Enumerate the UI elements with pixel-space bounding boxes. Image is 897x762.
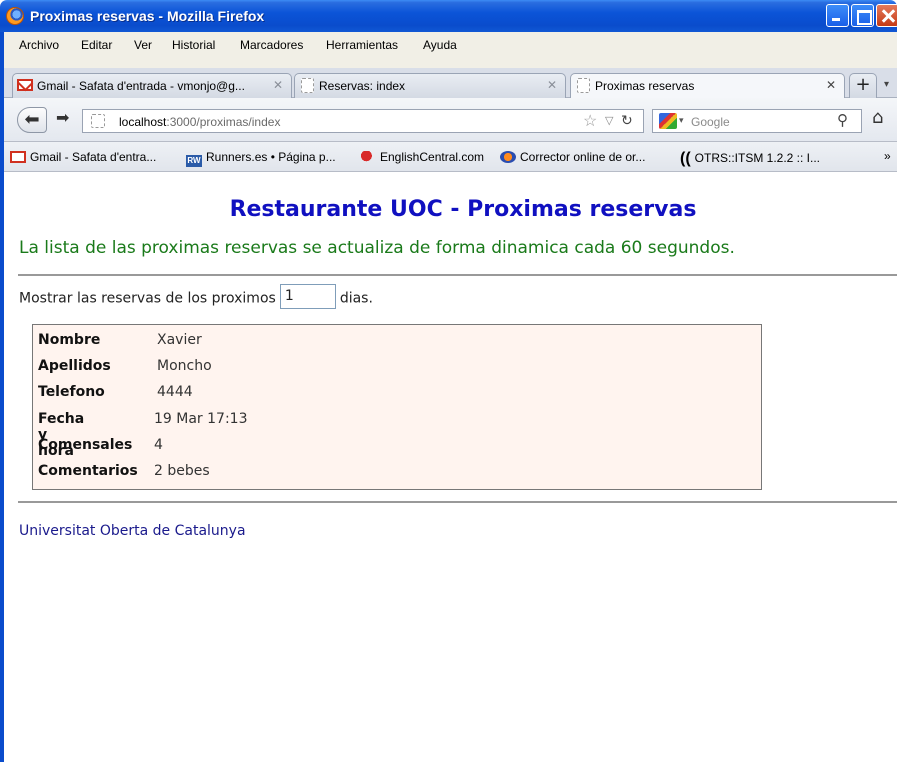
bookmark-runners[interactable]: RW Runners.es • Página p...	[186, 150, 336, 167]
firefox-icon	[6, 7, 24, 25]
gmail-icon	[10, 151, 26, 163]
search-placeholder: Google	[691, 115, 730, 129]
page-icon	[577, 78, 590, 93]
runners-icon: RW	[186, 155, 202, 167]
menu-marcadores[interactable]: Marcadores	[240, 38, 303, 52]
url-host: localhost	[119, 115, 167, 129]
englishcentral-icon	[360, 151, 376, 163]
more-bookmarks-icon[interactable]: »	[884, 149, 891, 163]
reload-icon[interactable]: ↻	[621, 112, 633, 129]
filter-prefix: Mostrar las reservas de los proximos	[19, 290, 276, 307]
field-value: 4444	[157, 384, 193, 400]
reservation-card: Nombre Xavier Apellidos Moncho Telefono …	[32, 324, 762, 490]
gmail-icon	[17, 79, 33, 91]
tab-proximas-reservas[interactable]: Proximas reservas ✕	[570, 73, 845, 100]
search-engine-dropdown-icon[interactable]: ▾	[679, 115, 684, 126]
close-tab-icon[interactable]: ✕	[547, 78, 557, 92]
field-value: Moncho	[157, 358, 212, 374]
bookmark-label: Gmail - Safata d'entra...	[30, 150, 157, 164]
tab-label: Gmail - Safata d'entrada - vmonjo@g...	[37, 79, 245, 93]
field-label: Comentarios	[38, 463, 138, 479]
days-input[interactable]: 1	[279, 284, 336, 309]
uoc-link[interactable]: Universitat Oberta de Catalunya	[19, 523, 246, 539]
page-title: Restaurante UOC - Proximas reservas	[229, 197, 697, 222]
bookmark-otrs[interactable]: ((OTRS::ITSM 1.2.2 :: I...	[680, 150, 820, 168]
tab-label: Proximas reservas	[595, 79, 695, 93]
bookmark-label: OTRS::ITSM 1.2.2 :: I...	[694, 151, 821, 165]
field-value: 19 Mar 17:13	[154, 411, 248, 427]
bookmark-corrector[interactable]: Corrector online de or...	[500, 150, 645, 164]
tab-reservas-index[interactable]: Reservas: index ✕	[294, 73, 566, 99]
forward-button[interactable]: ➡	[56, 108, 69, 127]
page-subtitle: La lista de las proximas reservas se act…	[19, 238, 735, 258]
new-tab-button[interactable]: +	[849, 73, 877, 98]
menu-archivo[interactable]: Archivo	[19, 38, 59, 52]
otrs-icon: ((	[680, 150, 691, 167]
field-label: Nombre	[38, 332, 101, 348]
navigation-bar: ⬅ ➡ localhost:3000/proximas/index ☆ ▽ ↻ …	[4, 98, 897, 142]
bookmark-star-icon[interactable]: ☆	[583, 111, 597, 131]
tab-label: Reservas: index	[319, 79, 406, 93]
corrector-icon	[500, 151, 516, 163]
divider	[18, 274, 897, 276]
field-label: Apellidos	[38, 358, 111, 374]
close-tab-icon[interactable]: ✕	[273, 78, 283, 92]
bookmark-label: Corrector online de or...	[520, 150, 646, 164]
days-filter: Mostrar las reservas de los proximos 1 dia…	[19, 284, 373, 309]
menu-bar: Archivo Editar Ver Historial Marcadores …	[4, 32, 897, 68]
url-path: :3000/proximas/index	[166, 115, 281, 129]
bookmark-englishcentral[interactable]: EnglishCentral.com	[360, 150, 484, 164]
field-value: Xavier	[157, 332, 202, 348]
bookmark-label: Runners.es • Página p...	[206, 150, 336, 164]
minimize-button[interactable]	[826, 4, 849, 27]
url-bar[interactable]: localhost:3000/proximas/index ☆ ▽ ↻	[82, 109, 644, 133]
close-window-button[interactable]	[876, 4, 897, 27]
menu-ver[interactable]: Ver	[134, 38, 152, 52]
bookmark-label: EnglishCentral.com	[380, 150, 485, 164]
field-label: Comensales	[38, 437, 133, 453]
tab-gmail[interactable]: Gmail - Safata d'entrada - vmonjo@g... ✕	[12, 73, 292, 99]
filter-suffix: dias.	[339, 290, 373, 307]
page-content: Restaurante UOC - Proximas reservas La l…	[4, 172, 897, 762]
window-title: Proximas reservas - Mozilla Firefox	[30, 8, 265, 24]
search-icon[interactable]: ⚲	[837, 111, 848, 129]
tab-list-icon[interactable]: ▾	[884, 79, 889, 90]
url-text[interactable]: localhost:3000/proximas/index	[119, 115, 280, 129]
divider	[18, 501, 897, 503]
window-titlebar: Proximas reservas - Mozilla Firefox	[0, 0, 897, 32]
page-icon	[301, 78, 314, 93]
menu-herramientas[interactable]: Herramientas	[326, 38, 398, 52]
field-label: Telefono	[38, 384, 105, 400]
home-button[interactable]: ⌂	[872, 107, 883, 128]
url-history-dropdown-icon[interactable]: ▽	[605, 114, 613, 127]
bookmarks-bar: Gmail - Safata d'entra... RW Runners.es •…	[4, 142, 897, 172]
tab-strip: Gmail - Safata d'entrada - vmonjo@g... ✕…	[4, 68, 897, 100]
page-icon	[91, 114, 105, 128]
menu-editar[interactable]: Editar	[81, 38, 112, 52]
close-tab-icon[interactable]: ✕	[826, 78, 836, 92]
google-icon[interactable]	[659, 113, 677, 129]
field-value: 2 bebes	[154, 463, 210, 479]
menu-historial[interactable]: Historial	[172, 38, 215, 52]
search-bar[interactable]: ▾ Google ⚲	[652, 109, 862, 133]
maximize-button[interactable]	[851, 4, 874, 27]
bookmark-gmail[interactable]: Gmail - Safata d'entra...	[10, 150, 156, 164]
menu-ayuda[interactable]: Ayuda	[423, 38, 457, 52]
field-value: 4	[154, 437, 163, 453]
back-button[interactable]: ⬅	[17, 107, 47, 133]
